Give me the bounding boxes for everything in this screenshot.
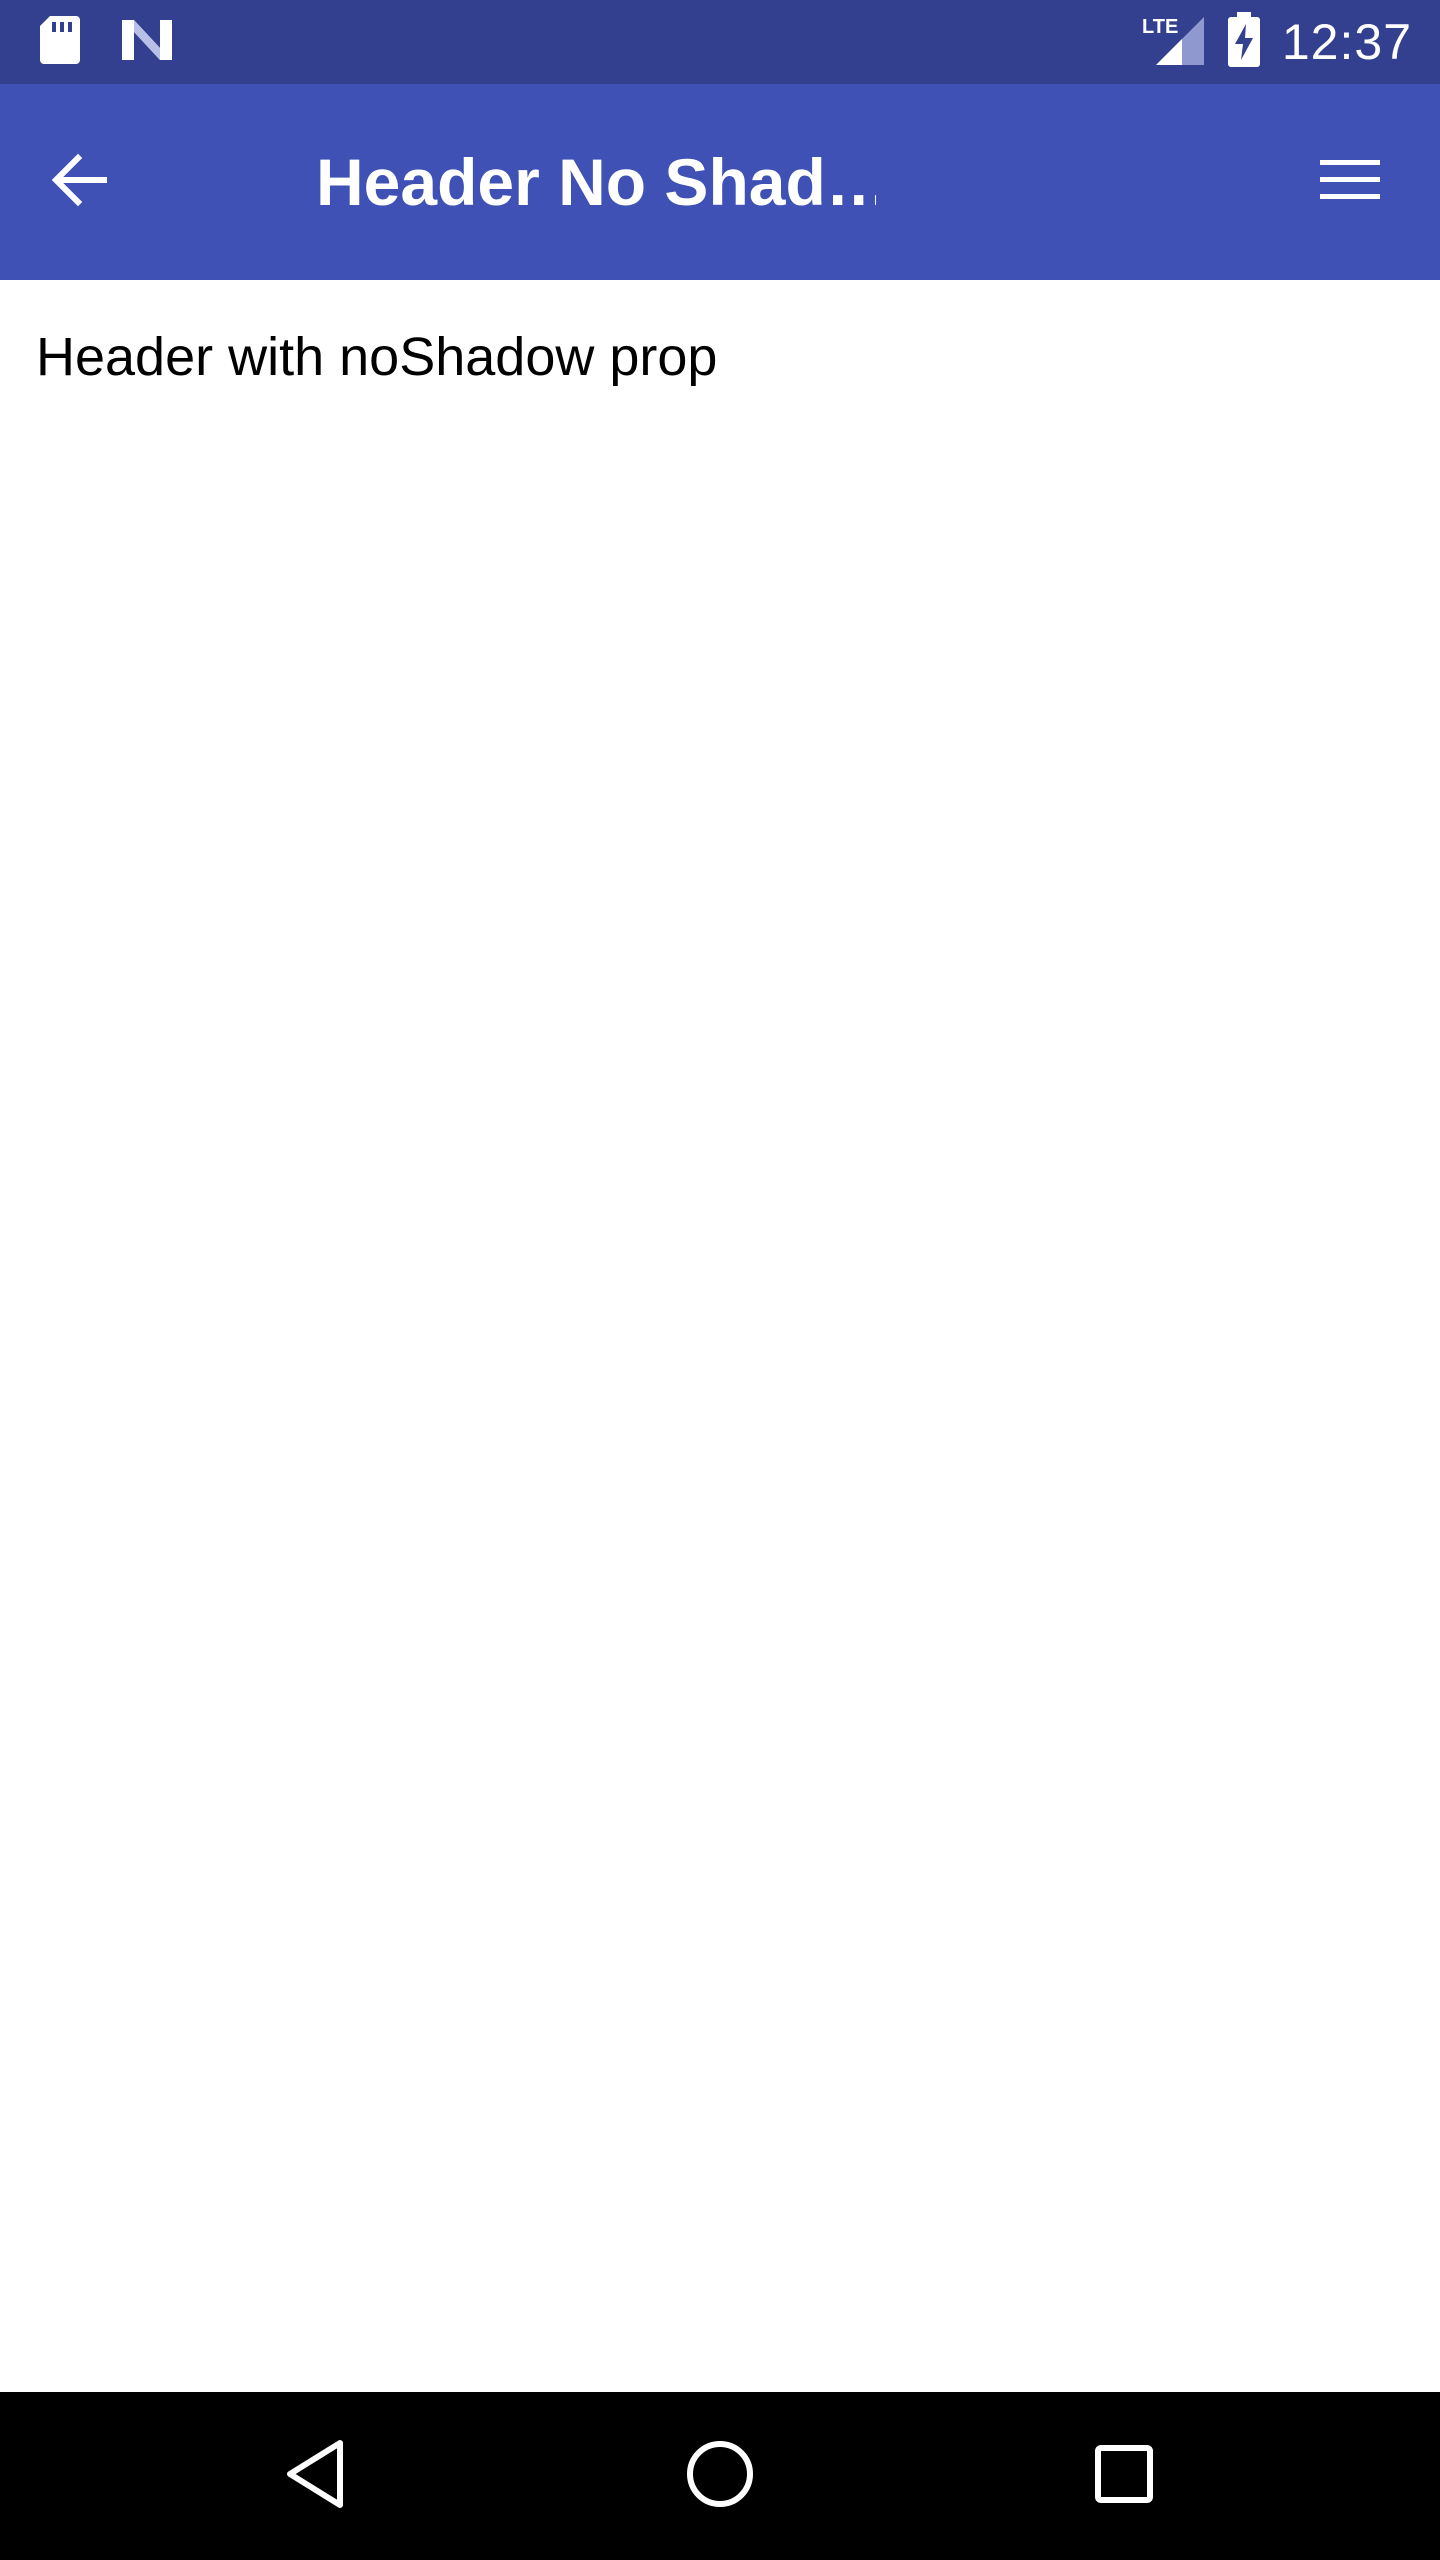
nav-recents-button[interactable] xyxy=(1074,2426,1174,2526)
status-bar: LTE 12:37 xyxy=(0,0,1440,84)
home-circle-icon xyxy=(685,2439,755,2514)
hamburger-menu-icon xyxy=(1320,158,1380,207)
back-triangle-icon xyxy=(286,2439,346,2514)
nav-bar xyxy=(0,2392,1440,2560)
status-time: 12:37 xyxy=(1281,14,1412,70)
page-title: Header No Shad… xyxy=(316,145,876,219)
lte-signal-icon: LTE xyxy=(1142,13,1206,72)
status-left-icons xyxy=(38,14,174,71)
content-area: Header with noShadow prop xyxy=(0,280,1440,2392)
nav-home-button[interactable] xyxy=(670,2426,770,2526)
screen: LTE 12:37 Header No Shad… Header with no… xyxy=(0,0,1440,2560)
arrow-back-icon xyxy=(48,148,112,217)
content-text: Header with noShadow prop xyxy=(36,327,718,387)
notification-n-icon xyxy=(120,18,174,67)
menu-button[interactable] xyxy=(1300,132,1400,232)
nav-back-button[interactable] xyxy=(266,2426,366,2526)
recents-square-icon xyxy=(1094,2444,1154,2509)
app-header: Header No Shad… xyxy=(0,84,1440,280)
status-right-icons: LTE 12:37 xyxy=(1142,11,1412,73)
svg-text:LTE: LTE xyxy=(1142,16,1178,38)
back-button[interactable] xyxy=(30,132,130,232)
battery-charging-icon xyxy=(1226,11,1262,73)
sd-card-icon xyxy=(38,14,82,71)
